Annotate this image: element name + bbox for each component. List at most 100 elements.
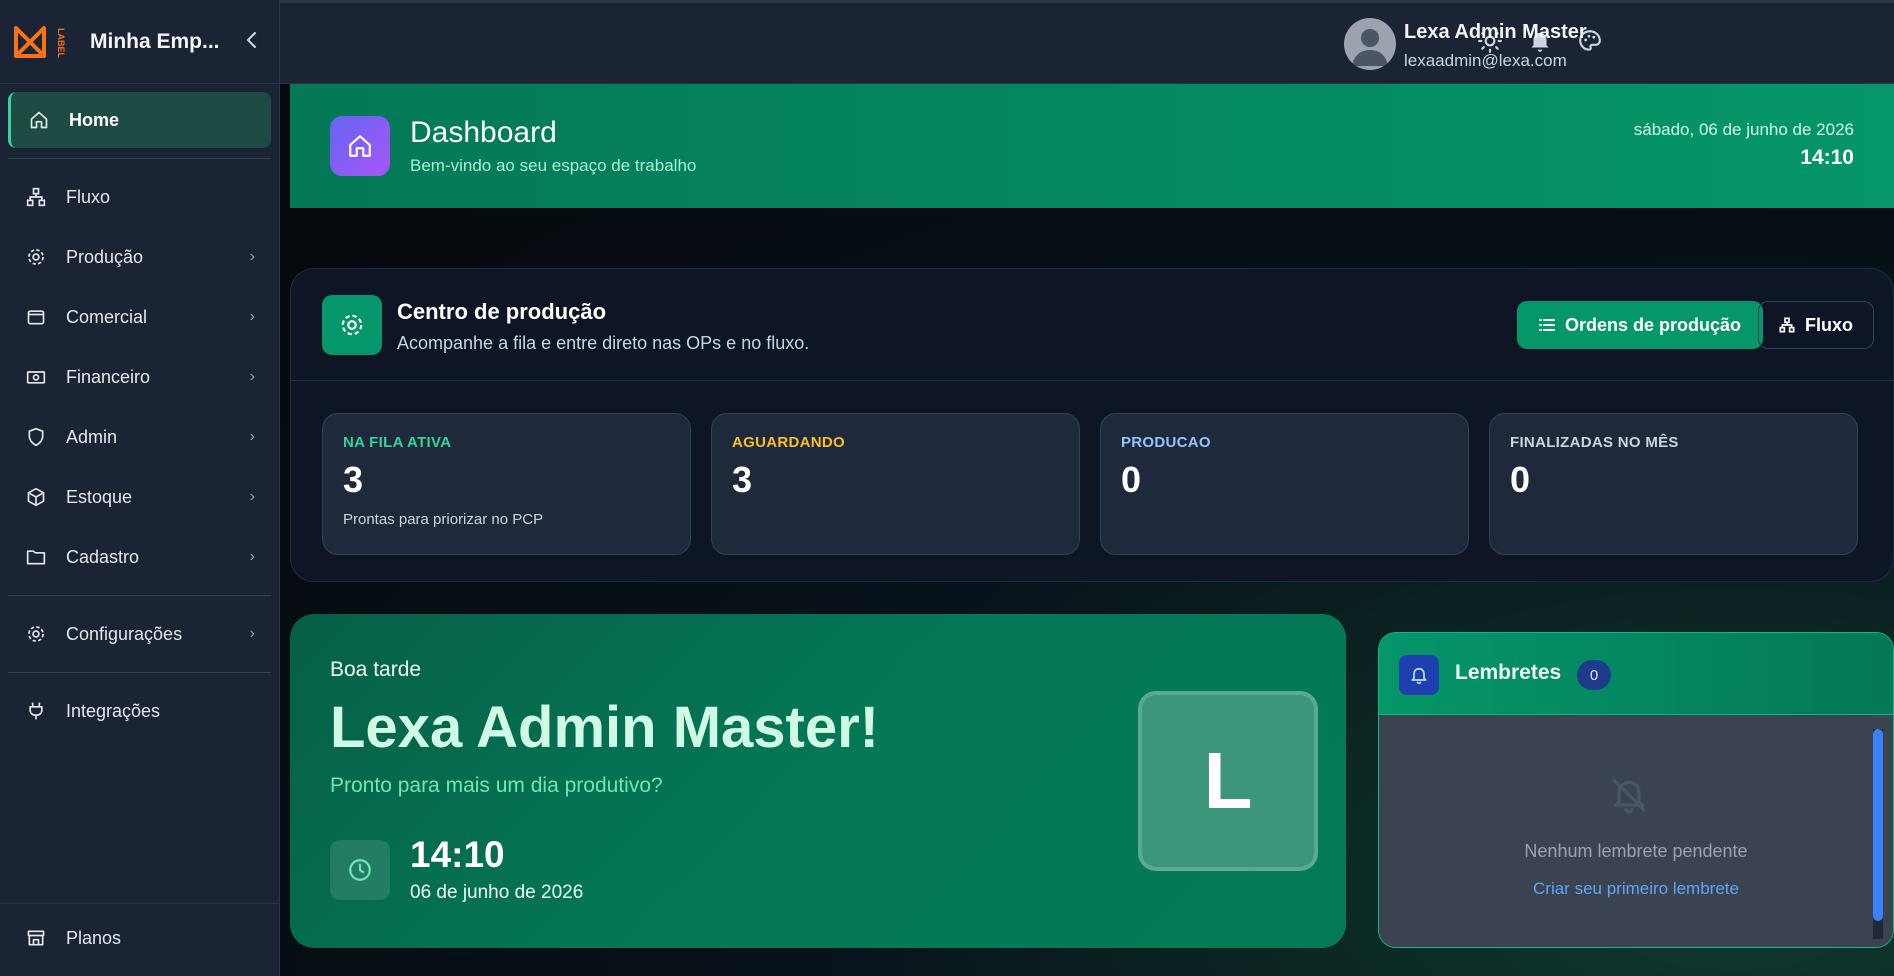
chevron-right-icon: › <box>249 625 255 642</box>
chevron-right-icon: › <box>249 548 255 565</box>
current-time: 14:10 <box>1800 146 1854 169</box>
brand-name: Minha Emp... <box>90 29 220 53</box>
create-reminder-link[interactable]: Criar seu primeiro lembrete <box>1379 879 1893 899</box>
flow-icon <box>1779 317 1795 333</box>
sidebar-item-configuracoes[interactable]: Configurações › <box>8 606 271 662</box>
reminders-empty-text: Nenhum lembrete pendente <box>1524 841 1748 861</box>
sidebar: LABEL Minha Emp... Home Fluxo Produção ›… <box>0 0 280 976</box>
sidebar-bottom: Planos <box>0 903 280 976</box>
gear-icon <box>24 245 48 269</box>
chevron-right-icon: › <box>249 248 255 265</box>
flow-icon <box>24 185 48 209</box>
shield-icon <box>24 425 48 449</box>
gear-icon <box>24 622 48 646</box>
sidebar-item-label: Fluxo <box>66 186 111 207</box>
stat-label: AGUARDANDO <box>732 434 845 451</box>
welcome-time: 14:10 <box>410 834 505 875</box>
welcome-user-name: Lexa Admin Master! <box>330 695 879 760</box>
home-icon <box>27 108 51 132</box>
sidebar-item-label: Home <box>69 109 120 130</box>
sidebar-item-label: Produção <box>66 246 144 267</box>
stat-note: Prontas para priorizar no PCP <box>343 511 544 528</box>
reminders-icon-box <box>1399 655 1439 695</box>
money-icon <box>24 365 48 389</box>
production-stats: NA FILA ATIVA 3 Prontas para priorizar n… <box>322 413 1858 555</box>
box-icon <box>24 485 48 509</box>
sidebar-item-integracoes[interactable]: Integrações <box>8 683 271 739</box>
chevron-right-icon: › <box>249 428 255 445</box>
sidebar-item-producao[interactable]: Produção › <box>8 229 271 285</box>
chevron-right-icon: › <box>249 488 255 505</box>
sidebar-item-label: Comercial <box>66 306 148 327</box>
greeting: Boa tarde <box>330 658 422 681</box>
sidebar-item-admin[interactable]: Admin › <box>8 409 271 465</box>
welcome-date: 06 de junho de 2026 <box>410 882 584 903</box>
avatar[interactable] <box>1344 18 1396 70</box>
home-icon <box>349 135 371 157</box>
stat-card-production[interactable]: PRODUCAO 0 <box>1100 413 1469 555</box>
sidebar-item-planos[interactable]: Planos <box>8 910 272 966</box>
production-center-card: Centro de produção Acompanhe a fila e en… <box>290 268 1894 582</box>
sidebar-item-fluxo[interactable]: Fluxo <box>8 169 271 225</box>
user-email: lexaadmin@lexa.com <box>1404 51 1567 70</box>
production-orders-button[interactable]: Ordens de produção <box>1517 301 1764 349</box>
dashboard-icon-box <box>330 116 390 176</box>
page-title: Dashboard <box>410 116 557 149</box>
clock-icon-box <box>330 840 390 900</box>
brand: LABEL Minha Emp... <box>0 0 279 84</box>
sidebar-item-label: Estoque <box>66 486 133 507</box>
production-center-header: Centro de produção Acompanhe a fila e en… <box>291 269 1893 381</box>
folder-icon <box>24 545 48 569</box>
scrollbar-thumb[interactable] <box>1873 729 1883 921</box>
user-name: Lexa Admin Master <box>1404 21 1587 43</box>
stat-card-finished-month[interactable]: FINALIZADAS NO MÊS 0 <box>1489 413 1858 555</box>
stat-label: PRODUCAO <box>1121 434 1211 451</box>
plug-icon <box>24 699 48 723</box>
production-orders-label: Ordens de produção <box>1565 314 1742 335</box>
store-icon <box>24 926 48 950</box>
chevron-left-icon <box>246 31 257 48</box>
clock-icon <box>349 859 371 881</box>
wallet-icon <box>24 305 48 329</box>
reminders-body: Nenhum lembrete pendente Criar seu prime… <box>1379 715 1893 947</box>
user-avatar-icon <box>1352 29 1388 66</box>
sidebar-item-comercial[interactable]: Comercial › <box>8 289 271 345</box>
collapse-sidebar-button[interactable] <box>237 29 267 55</box>
chevron-right-icon: › <box>249 368 255 385</box>
chevron-right-icon: › <box>249 308 255 325</box>
list-icon <box>1539 319 1555 331</box>
current-date: sábado, 06 de junho de 2026 <box>1633 120 1854 139</box>
stat-value: 0 <box>1510 459 1531 500</box>
sidebar-item-label: Integrações <box>66 700 161 721</box>
page-subtitle: Bem-vindo ao seu espaço de trabalho <box>410 156 697 175</box>
reminders-card: Lembretes 0 Nenhum lembrete pendente Cri… <box>1378 632 1894 948</box>
sidebar-item-financeiro[interactable]: Financeiro › <box>8 349 271 405</box>
divider <box>8 595 271 596</box>
bell-off-icon <box>1612 778 1646 814</box>
sidebar-item-label: Financeiro <box>66 366 151 387</box>
bell-icon <box>1411 667 1427 685</box>
flow-button-label: Fluxo <box>1805 314 1853 335</box>
stat-label: NA FILA ATIVA <box>343 434 452 451</box>
sidebar-item-home[interactable]: Home <box>8 92 271 148</box>
reminders-title: Lembretes <box>1455 661 1562 684</box>
divider <box>8 158 271 159</box>
sidebar-item-estoque[interactable]: Estoque › <box>8 469 271 525</box>
production-center-subtitle: Acompanhe a fila e entre direto nas OPs … <box>397 333 810 353</box>
divider <box>8 672 271 673</box>
production-icon-box <box>322 295 382 355</box>
brand-logo[interactable]: LABEL <box>12 18 78 66</box>
sidebar-item-label: Planos <box>66 927 122 948</box>
brand-logo-icon: LABEL <box>14 25 66 58</box>
stat-card-waiting[interactable]: AGUARDANDO 3 <box>711 413 1080 555</box>
flow-button[interactable]: Fluxo <box>1758 301 1874 349</box>
sidebar-item-label: Admin <box>66 426 118 447</box>
welcome-card: Boa tarde Lexa Admin Master! Pronto para… <box>290 614 1346 948</box>
sidebar-item-cadastro[interactable]: Cadastro › <box>8 529 271 585</box>
stat-value: 3 <box>343 459 364 500</box>
main-content: Dashboard Bem-vindo ao seu espaço de tra… <box>280 84 1894 976</box>
sidebar-nav: Home Fluxo Produção › Comercial › Financ… <box>0 84 279 751</box>
stat-card-active-queue[interactable]: NA FILA ATIVA 3 Prontas para priorizar n… <box>322 413 691 555</box>
sidebar-item-label: Configurações <box>66 623 183 644</box>
user-initial-avatar: L <box>1138 691 1318 871</box>
